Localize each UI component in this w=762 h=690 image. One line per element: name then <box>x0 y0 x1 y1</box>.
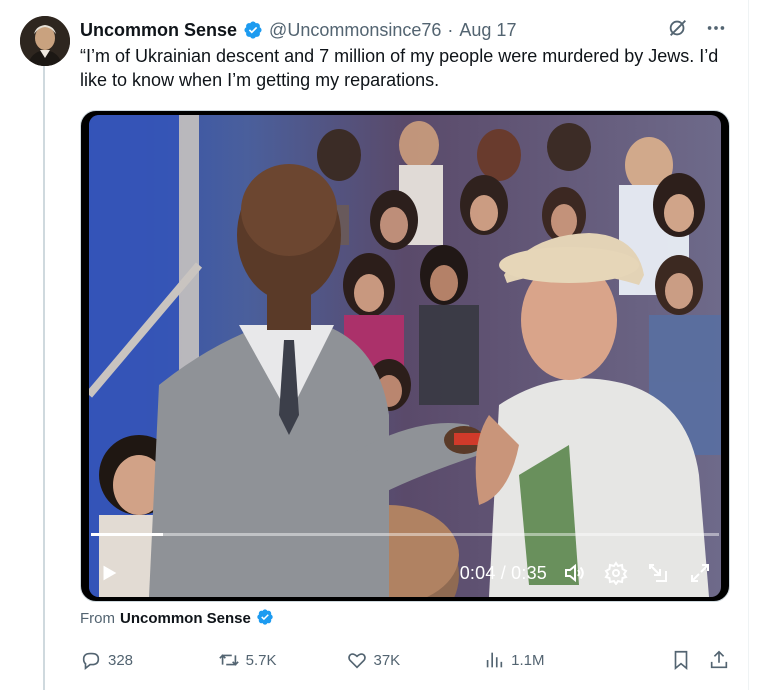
handle[interactable]: @Uncommonsince76 <box>269 20 441 41</box>
avatar-image <box>20 16 70 66</box>
header-actions <box>666 16 728 40</box>
from-name[interactable]: Uncommon Sense <box>120 610 251 627</box>
retweet-icon <box>218 654 239 666</box>
retweet-button[interactable]: 5.7K <box>218 649 346 671</box>
separator-dot: · <box>447 19 454 40</box>
video-attribution: From Uncommon Sense <box>80 608 276 628</box>
tweet-text: “I’m of Ukrainian descent and 7 million … <box>80 46 719 90</box>
like-count: 37K <box>373 651 401 669</box>
thread-line <box>43 66 45 690</box>
settings-icon[interactable] <box>601 558 631 588</box>
verified-badge-icon[interactable] <box>256 608 276 628</box>
like-icon <box>347 653 366 669</box>
views-icon <box>486 652 503 668</box>
like-button[interactable]: 37K <box>346 649 484 671</box>
bookmark-icon <box>674 650 688 671</box>
verified-badge-icon[interactable] <box>243 20 263 40</box>
reply-count: 328 <box>108 651 134 669</box>
tweet-card[interactable]: Uncommon Sense @Uncommonsince76 · Aug 17… <box>0 0 749 690</box>
fullscreen-icon[interactable] <box>685 558 715 588</box>
reply-icon <box>82 652 100 670</box>
tweet-header: Uncommon Sense @Uncommonsince76 · Aug 17 <box>80 18 728 42</box>
video-frame[interactable] <box>89 115 721 597</box>
volume-icon[interactable] <box>559 558 589 588</box>
retweet-count: 5.7K <box>245 651 277 669</box>
avatar[interactable] <box>20 16 70 66</box>
play-icon[interactable] <box>95 559 123 587</box>
video-still <box>89 115 721 597</box>
more-icon[interactable] <box>704 16 728 40</box>
tweet-actions: 328 5.7K 37K 1.1M <box>80 646 730 674</box>
bookmark-button[interactable] <box>670 649 692 671</box>
display-name[interactable]: Uncommon Sense <box>80 20 237 41</box>
video-time: 0:04 / 0:35 <box>459 562 547 583</box>
video-progress-bar[interactable] <box>91 533 719 536</box>
grok-icon[interactable] <box>666 16 690 40</box>
video-controls: 0:04 / 0:35 <box>81 553 729 593</box>
exit-icon[interactable] <box>643 558 673 588</box>
share-icon <box>710 650 728 669</box>
views-count: 1.1M <box>511 651 545 669</box>
tweet-date[interactable]: Aug 17 <box>459 20 516 41</box>
views-button[interactable]: 1.1M <box>483 649 670 671</box>
from-label: From <box>80 609 115 627</box>
video-progress-fill <box>91 533 163 536</box>
reply-button[interactable]: 328 <box>80 649 218 671</box>
video-player[interactable]: 0:04 / 0:35 <box>80 110 730 602</box>
share-button[interactable] <box>708 649 730 671</box>
